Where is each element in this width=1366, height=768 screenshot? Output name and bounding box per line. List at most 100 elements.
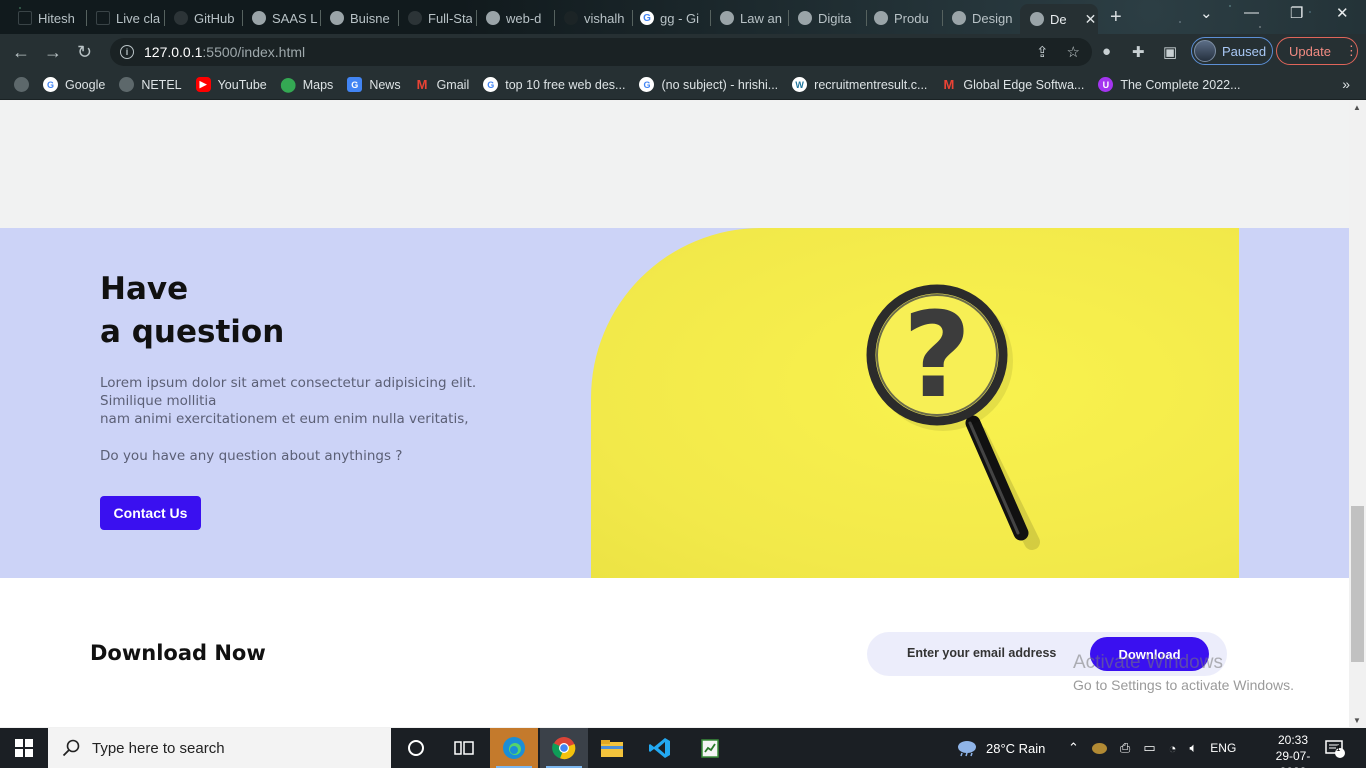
bookmark-youtube[interactable]: ▶ YouTube xyxy=(195,77,267,92)
tab-0[interactable]: Hitesh xyxy=(18,6,78,30)
github-icon xyxy=(174,11,188,25)
scroll-up-arrow-icon[interactable]: ▲ xyxy=(1353,103,1361,112)
update-button[interactable]: Update ⋮ xyxy=(1276,37,1358,65)
bookmark-news[interactable]: G News xyxy=(347,77,401,92)
search-icon xyxy=(62,739,80,757)
tab-6[interactable]: web-d xyxy=(486,6,550,30)
github-icon xyxy=(96,11,110,25)
tray-app-icon[interactable] xyxy=(1091,742,1107,754)
extension-acorn-icon[interactable]: ● xyxy=(1102,43,1111,60)
notepad-app[interactable] xyxy=(686,728,734,768)
meet-now-icon[interactable]: ⎙ xyxy=(1120,740,1130,756)
bookmark-no-subject[interactable]: G (no subject) - hrishi... xyxy=(639,77,778,92)
globe-icon xyxy=(252,11,266,25)
site-info-icon[interactable]: i xyxy=(120,45,134,59)
google-icon: G xyxy=(43,77,58,92)
tab-search-chevron-icon[interactable]: ⌄ xyxy=(1200,4,1213,22)
magnifying-glass-illustration: ? xyxy=(866,284,1040,550)
tab-12[interactable]: Design xyxy=(952,6,1016,30)
language-indicator[interactable]: ENG xyxy=(1210,741,1236,755)
email-input[interactable]: Enter your email address xyxy=(907,646,1056,660)
close-window-button[interactable]: ✕ xyxy=(1336,4,1349,22)
tab-2[interactable]: GitHub xyxy=(174,6,238,30)
magnifying-glass-image: ? xyxy=(591,228,1239,578)
cortana-button[interactable] xyxy=(392,728,440,768)
weather-widget[interactable]: 28°C Rain xyxy=(956,728,1045,768)
bookmark-maps[interactable]: ⬤ Maps xyxy=(280,76,333,92)
apps-globe-icon[interactable] xyxy=(14,77,29,92)
weather-text: 28°C Rain xyxy=(986,740,1046,756)
vscode-app[interactable] xyxy=(636,728,684,768)
minimize-button[interactable]: — xyxy=(1244,4,1259,21)
show-hidden-icons-chevron-icon[interactable]: ⌃ xyxy=(1068,740,1079,756)
profile-button[interactable]: Paused xyxy=(1191,37,1273,65)
volume-icon[interactable]: 🔈︎ xyxy=(1189,740,1197,756)
task-view-button[interactable] xyxy=(440,728,488,768)
google-icon: G xyxy=(483,77,499,92)
tab-11[interactable]: Produ xyxy=(874,6,938,30)
tab-5[interactable]: Full-Sta xyxy=(408,6,472,30)
tab-13-active[interactable]: De ✕ xyxy=(1020,4,1098,34)
globe-icon xyxy=(952,11,966,25)
profile-status: Paused xyxy=(1222,43,1267,59)
back-icon[interactable]: ← xyxy=(12,42,30,63)
contact-us-button[interactable]: Contact Us xyxy=(100,496,201,530)
forward-icon[interactable]: → xyxy=(44,42,62,63)
bookmark-label: NETEL xyxy=(141,77,182,92)
tab-separator xyxy=(86,10,87,26)
page-scrollbar[interactable]: ▲ ▼ xyxy=(1349,101,1366,727)
network-icon[interactable]: ◔ xyxy=(1169,741,1177,756)
scrollbar-thumb[interactable] xyxy=(1351,506,1364,662)
share-icon[interactable]: ⇪ xyxy=(1036,43,1049,61)
tab-label: Full-Sta xyxy=(428,10,472,26)
tab-8[interactable]: Ggg - Gi xyxy=(640,6,706,30)
file-explorer-app[interactable] xyxy=(588,728,636,768)
taskbar-search[interactable]: Type here to search xyxy=(48,728,391,768)
tab-7[interactable]: vishalh xyxy=(564,6,628,30)
windows-logo-icon xyxy=(15,739,33,757)
bookmark-top10[interactable]: Gtop 10 free web des... xyxy=(483,77,625,92)
bookmark-star-icon[interactable]: ☆ xyxy=(1067,43,1080,61)
restore-button[interactable]: ❐ xyxy=(1290,4,1303,22)
screen: Hitesh Live cla GitHub SAAS L Buisne Ful… xyxy=(0,0,1366,768)
scroll-down-arrow-icon[interactable]: ▼ xyxy=(1353,716,1361,725)
tab-10[interactable]: Digita xyxy=(798,6,862,30)
bookmark-recruitment[interactable]: Wrecruitmentresult.c... xyxy=(792,77,927,92)
bookmark-global-edge[interactable]: M Global Edge Softwa... xyxy=(941,77,1084,92)
clock[interactable]: 20:33 29-07-2022 xyxy=(1264,732,1322,768)
tab-separator xyxy=(866,10,867,26)
new-tab-button[interactable]: + xyxy=(1110,6,1122,29)
edge-app[interactable] xyxy=(490,728,538,768)
tab-separator xyxy=(164,10,165,26)
news-icon: G xyxy=(347,77,363,92)
bookmark-label: Google xyxy=(65,77,106,92)
question-text-line1: Lorem ipsum dolor sit amet consectetur a… xyxy=(100,375,477,409)
reload-icon[interactable]: ↻ xyxy=(77,42,92,63)
bookmark-netel[interactable]: NETEL xyxy=(119,77,182,92)
tab-4[interactable]: Buisne xyxy=(330,6,396,30)
side-panel-icon[interactable]: ▣ xyxy=(1163,43,1177,61)
google-icon: G xyxy=(639,77,655,92)
bookmark-complete-2022[interactable]: U The Complete 2022... xyxy=(1098,77,1241,92)
github-icon xyxy=(18,11,32,25)
close-tab-icon[interactable]: ✕ xyxy=(1085,11,1097,28)
chrome-app[interactable] xyxy=(540,728,588,768)
battery-icon[interactable]: ▭ xyxy=(1143,740,1155,756)
download-heading-rest: Now xyxy=(207,641,266,665)
notification-center-button[interactable]: 1 xyxy=(1324,728,1346,768)
bookmark-label: (no subject) - hrishi... xyxy=(661,77,779,92)
extensions-puzzle-icon[interactable]: ✚ xyxy=(1132,43,1145,61)
bookmark-google[interactable]: G Google xyxy=(43,77,105,92)
address-bar[interactable]: i 127.0.0.1:5500/index.html ⇪ ☆ xyxy=(110,38,1092,66)
activate-windows-subtext: Go to Settings to activate Windows. xyxy=(1073,677,1294,693)
start-button[interactable] xyxy=(0,728,48,768)
task-view-icon xyxy=(454,741,474,755)
wordpress-icon: W xyxy=(792,77,808,92)
tab-9[interactable]: Law an xyxy=(720,6,784,30)
bookmark-gmail[interactable]: M Gmail xyxy=(415,77,470,92)
bookmarks-overflow-icon[interactable]: » xyxy=(1342,76,1350,92)
tab-1[interactable]: Live cla xyxy=(96,6,160,30)
globe-icon xyxy=(720,11,734,25)
chart-notepad-icon xyxy=(701,739,719,758)
tab-3[interactable]: SAAS L xyxy=(252,6,318,30)
